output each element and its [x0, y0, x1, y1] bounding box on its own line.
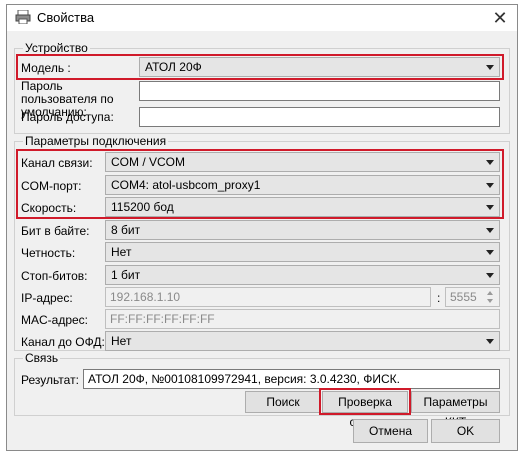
mac-label: MAC-адрес: [21, 313, 89, 327]
chevron-down-icon [486, 228, 494, 233]
chevron-down-icon [486, 250, 494, 255]
parity-label: Четность: [21, 246, 76, 260]
close-icon[interactable]: ✕ [489, 7, 511, 29]
ip-port-separator: : [437, 291, 441, 305]
model-label: Модель : [21, 61, 71, 75]
bits-select[interactable]: 8 бит [105, 220, 500, 240]
check-connection-button[interactable]: Проверка связи [322, 391, 408, 429]
bits-label: Бит в байте: [21, 224, 90, 238]
model-value: АТОЛ 20Ф [145, 60, 202, 74]
chevron-down-icon [486, 183, 494, 188]
link-group-title: Связь [23, 351, 61, 365]
model-select[interactable]: АТОЛ 20Ф [139, 57, 500, 77]
ofd-select[interactable]: Нет [105, 331, 500, 351]
channel-label: Канал связи: [21, 156, 93, 170]
parity-value: Нет [111, 245, 132, 259]
port-value: COM4: atol-usbcom_proxy1 [111, 178, 261, 192]
channel-value: COM / VCOM [111, 155, 185, 169]
printer-icon [15, 10, 31, 24]
mac-address-field[interactable]: FF:FF:FF:FF:FF:FF [105, 309, 500, 329]
user-password-field[interactable] [139, 81, 500, 101]
title-bar: Свойства ✕ [7, 5, 517, 31]
connection-group-title: Параметры подключения [23, 134, 169, 148]
window-title: Свойства [37, 10, 95, 25]
device-group-title: Устройство [23, 41, 90, 55]
stopbits-label: Стоп-битов: [21, 269, 88, 283]
chevron-down-icon [486, 339, 494, 344]
ofd-label: Канал до ОФД: [21, 335, 105, 349]
result-label: Результат: [21, 373, 79, 387]
speed-select[interactable]: 115200 бод [105, 197, 500, 217]
cancel-button[interactable]: Отмена [353, 419, 428, 443]
ip-port-value: 5555 [450, 290, 477, 304]
result-field[interactable]: АТОЛ 20Ф, №00108109972941, версия: 3.0.4… [83, 369, 500, 389]
ofd-value: Нет [111, 334, 132, 348]
properties-dialog: Свойства ✕ Устройство Модель : АТОЛ 20Ф … [6, 4, 518, 451]
port-label: COM-порт: [21, 179, 82, 193]
spinner-arrows-icon[interactable] [484, 289, 498, 305]
kkt-params-button[interactable]: Параметры ККТ [411, 391, 500, 429]
speed-label: Скорость: [21, 201, 77, 215]
port-select[interactable]: COM4: atol-usbcom_proxy1 [105, 175, 500, 195]
access-password-label: Пароль доступа: [21, 110, 114, 124]
chevron-down-icon [486, 273, 494, 278]
parity-select[interactable]: Нет [105, 242, 500, 262]
ip-address-field[interactable]: 192.168.1.10 [105, 287, 431, 307]
ok-button[interactable]: OK [431, 419, 500, 443]
stopbits-select[interactable]: 1 бит [105, 265, 500, 285]
chevron-down-icon [486, 65, 494, 70]
chevron-down-icon [486, 160, 494, 165]
speed-value: 115200 бод [111, 200, 174, 214]
bits-value: 8 бит [111, 223, 141, 237]
search-button[interactable]: Поиск [245, 391, 321, 413]
access-password-field[interactable] [139, 107, 500, 127]
stopbits-value: 1 бит [111, 268, 141, 282]
ip-label: IP-адрес: [21, 291, 73, 305]
chevron-down-icon [486, 205, 494, 210]
channel-select[interactable]: COM / VCOM [105, 152, 500, 172]
ip-port-spinner[interactable]: 5555 [445, 287, 500, 307]
